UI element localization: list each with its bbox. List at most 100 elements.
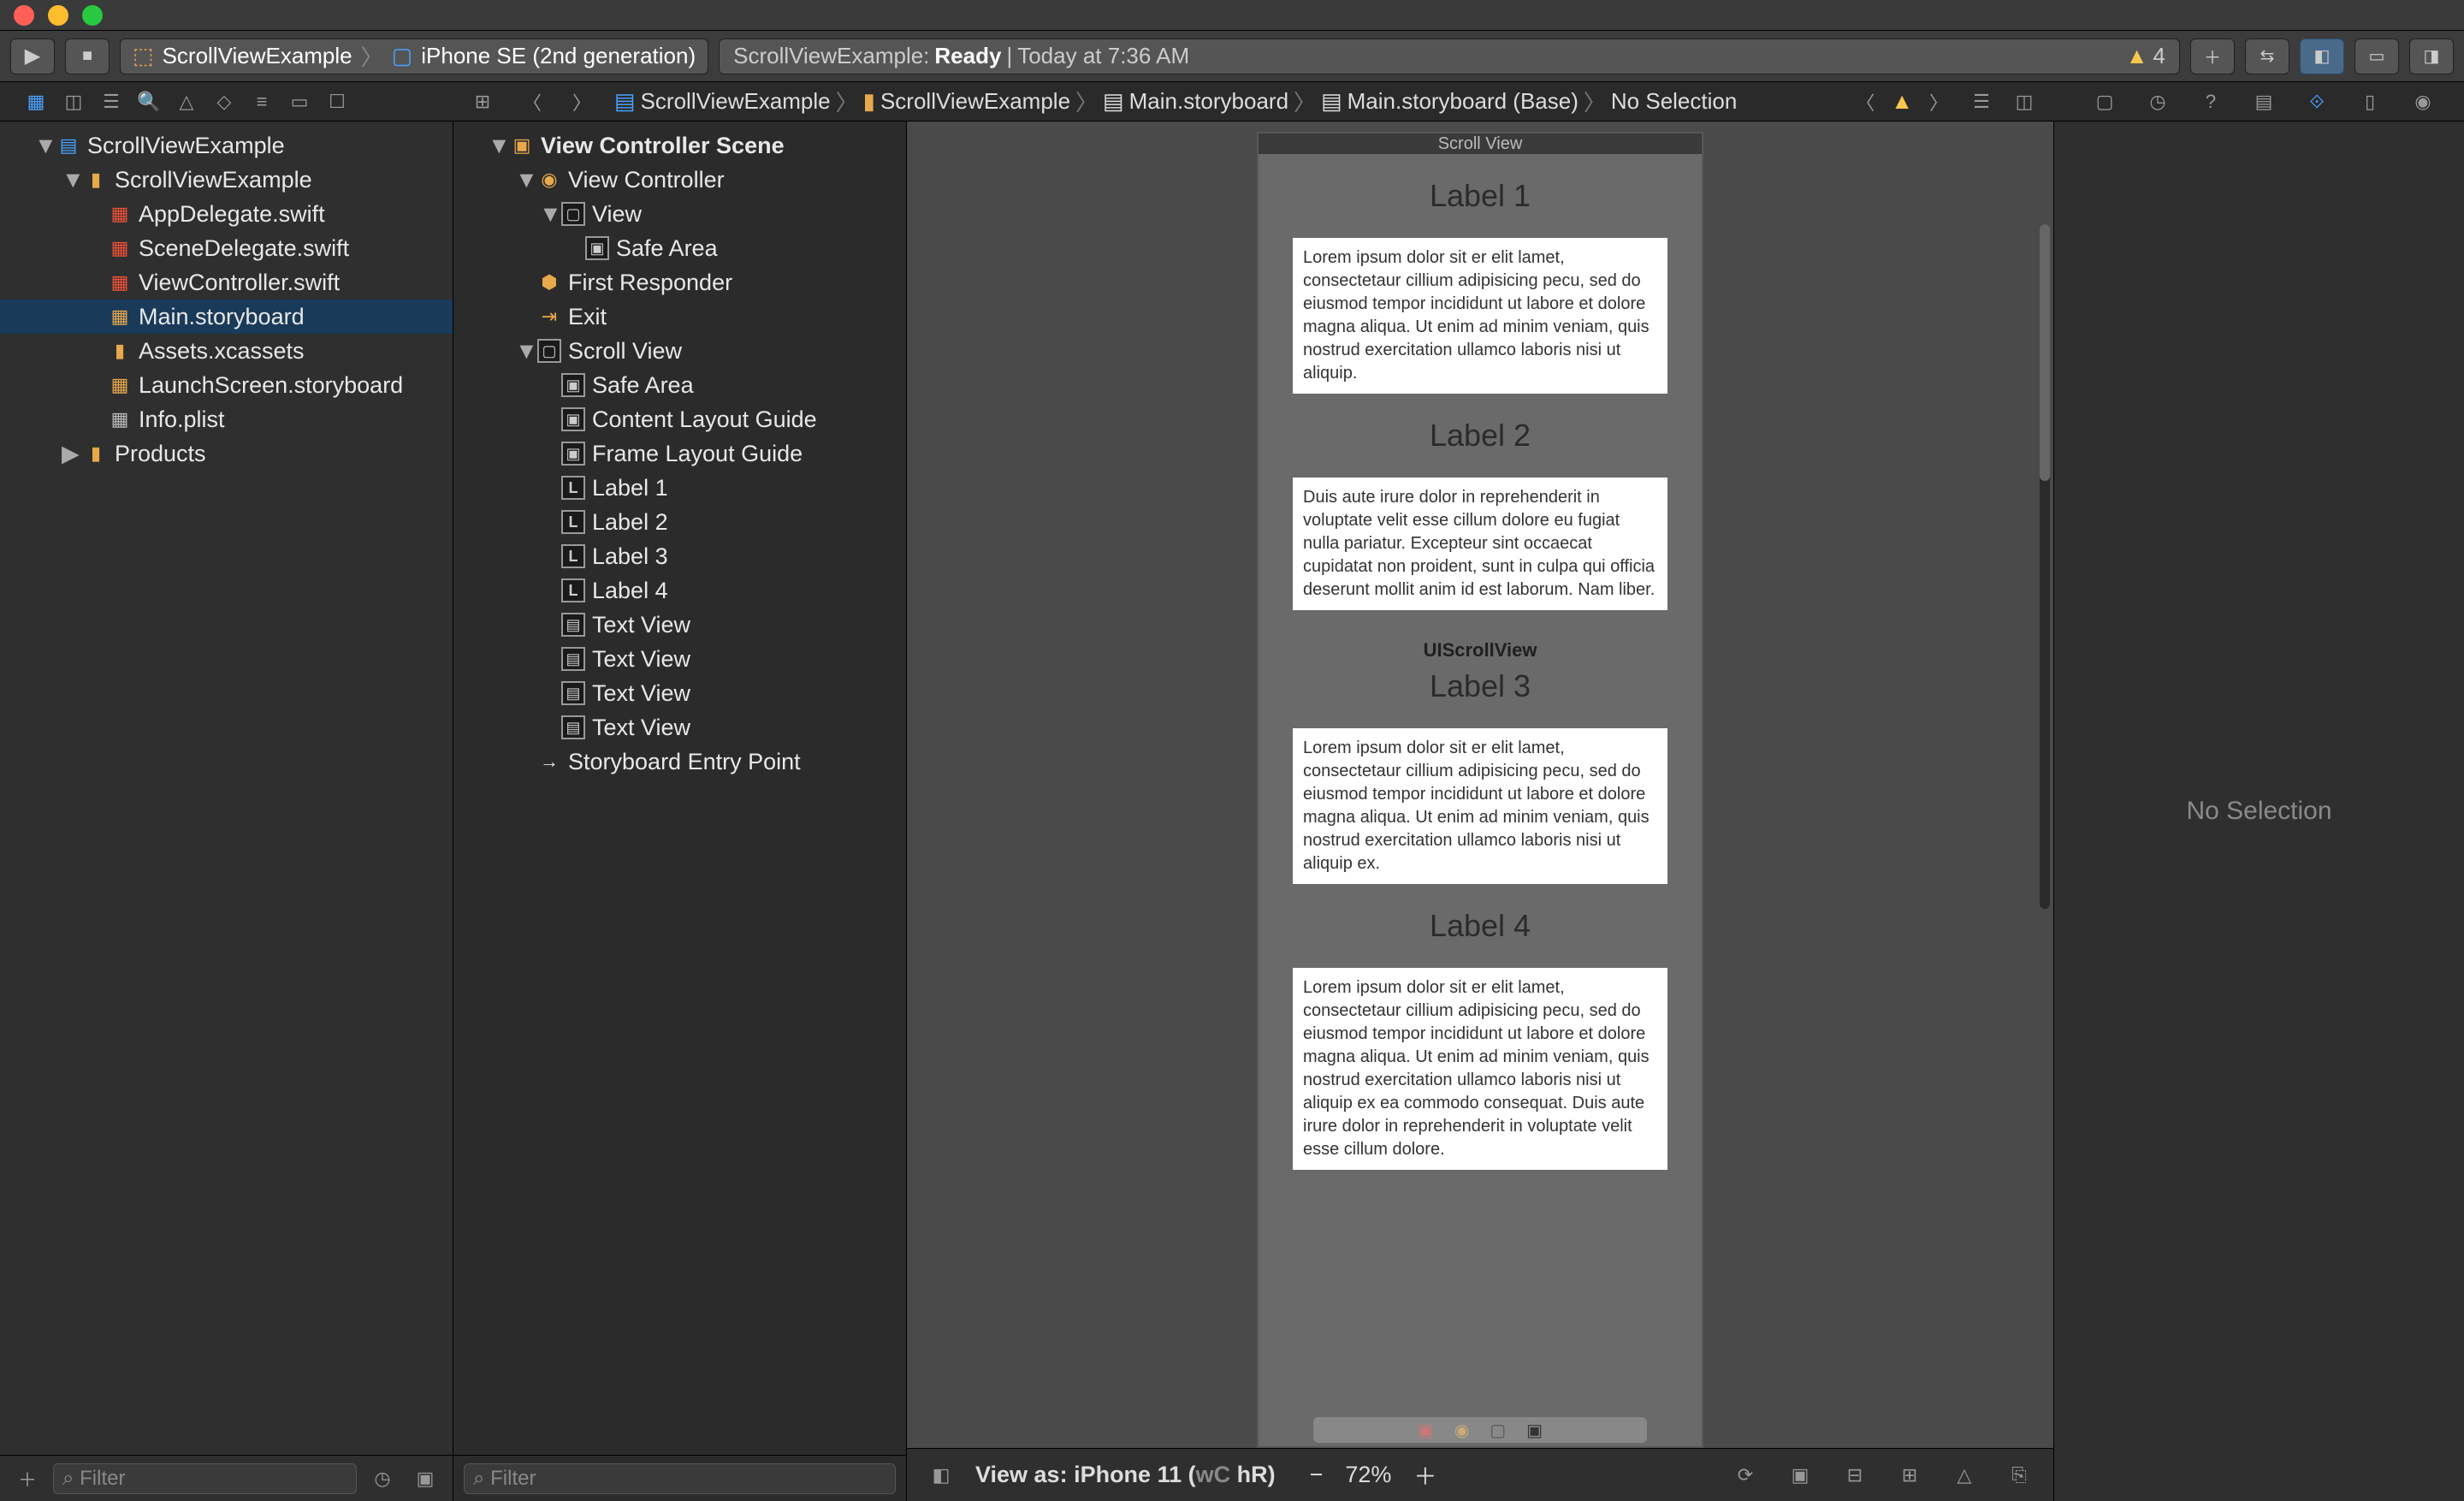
file-inspector-icon[interactable]: ▢: [2088, 86, 2122, 117]
scm-filter-icon[interactable]: ▣: [408, 1463, 442, 1494]
scheme-selector[interactable]: ⬚ ScrollViewExample 〉 ▢ iPhone SE (2nd g…: [120, 39, 708, 74]
size-inspector-icon[interactable]: ▯: [2353, 86, 2387, 117]
outline-safearea[interactable]: ▣Safe Area: [453, 231, 906, 265]
maximize-button[interactable]: [82, 5, 103, 26]
project-group[interactable]: ▼▮ScrollViewExample: [0, 163, 453, 197]
outline-label1[interactable]: LLabel 1: [453, 471, 906, 505]
breakpoint-navigator-icon[interactable]: ▭: [282, 86, 317, 117]
attributes-inspector-icon[interactable]: ⟐: [2300, 86, 2334, 117]
outline-label4[interactable]: LLabel 4: [453, 573, 906, 608]
swift-icon: ▦: [108, 270, 132, 294]
issues-prev-icon[interactable]: 〈: [1848, 86, 1882, 117]
embed-button[interactable]: ⎘: [2002, 1460, 2036, 1491]
file-launchscreen[interactable]: ▦LaunchScreen.storyboard: [0, 368, 453, 402]
recent-files-icon[interactable]: ◷: [365, 1463, 400, 1494]
minimize-button[interactable]: [48, 5, 68, 26]
symbol-navigator-icon[interactable]: ☰: [94, 86, 128, 117]
outline-textview3[interactable]: ▤Text View: [453, 676, 906, 710]
file-assets[interactable]: ▮Assets.xcassets: [0, 334, 453, 368]
issues-next-icon[interactable]: 〉: [1922, 86, 1956, 117]
resolve-issues-button[interactable]: △: [1947, 1460, 1981, 1491]
related-items-icon[interactable]: ⊞: [465, 86, 500, 117]
outline-scene[interactable]: ▼▣View Controller Scene: [453, 128, 906, 163]
project-navigator-icon[interactable]: ▦: [19, 86, 53, 117]
file-mainstoryboard[interactable]: ▦Main.storyboard: [0, 300, 453, 334]
canvas-text4[interactable]: Lorem ipsum dolor sit er elit lamet, con…: [1293, 968, 1667, 1170]
back-button[interactable]: 〈: [515, 86, 549, 117]
products-group[interactable]: ▶▮Products: [0, 436, 453, 471]
add-editor-icon[interactable]: ◫: [2007, 86, 2041, 117]
canvas-label2[interactable]: Label 2: [1293, 418, 1667, 454]
outline-scrollview[interactable]: ▼▢Scroll View: [453, 334, 906, 368]
canvas-text1[interactable]: Lorem ipsum dolor sit er elit lamet, con…: [1293, 238, 1667, 394]
target-icon: ⬚: [133, 43, 154, 69]
scrollbar-thumb[interactable]: [2040, 224, 2050, 481]
adjust-editor-options-icon[interactable]: ☰: [1964, 86, 1999, 117]
toggle-inspector-button[interactable]: ◨: [2409, 39, 2454, 74]
breadcrumb[interactable]: ▤ ScrollViewExample〉 ▮ ScrollViewExample…: [614, 86, 1737, 117]
find-navigator-icon[interactable]: 🔍: [132, 86, 166, 117]
project-root[interactable]: ▼▤ScrollViewExample: [0, 128, 453, 163]
outline-safearea2[interactable]: ▣Safe Area: [453, 368, 906, 402]
outline-label3[interactable]: LLabel 3: [453, 539, 906, 573]
connections-inspector-icon[interactable]: ◉: [2406, 86, 2440, 117]
history-inspector-icon[interactable]: ◷: [2141, 86, 2175, 117]
outline-filter-field[interactable]: ⌕ Filter: [464, 1463, 896, 1494]
help-inspector-icon[interactable]: ?: [2194, 86, 2228, 117]
ib-canvas[interactable]: Scroll View Label 1 Lorem ipsum dolor si…: [907, 122, 2053, 1448]
canvas-label4[interactable]: Label 4: [1293, 908, 1667, 944]
device-frame[interactable]: Scroll View Label 1 Lorem ipsum dolor si…: [1257, 132, 1703, 1448]
outline-view[interactable]: ▼▢View: [453, 197, 906, 231]
activity-viewer[interactable]: ScrollViewExample: Ready | Today at 7:36…: [719, 39, 2180, 74]
outline-textview1[interactable]: ▤Text View: [453, 608, 906, 642]
zoom-out-button[interactable]: −: [1310, 1462, 1324, 1488]
outline-textview2[interactable]: ▤Text View: [453, 642, 906, 676]
update-frames-button[interactable]: ⟳: [1728, 1460, 1762, 1491]
outline-vc[interactable]: ▼◉View Controller: [453, 163, 906, 197]
close-button[interactable]: [14, 5, 34, 26]
add-constraints-button[interactable]: ⊞: [1892, 1460, 1927, 1491]
add-file-icon[interactable]: ＋: [10, 1463, 44, 1494]
outline-firstresponder[interactable]: ⬢First Responder: [453, 265, 906, 300]
canvas-label3[interactable]: Label 3: [1293, 668, 1667, 704]
trait-variation-bar[interactable]: ▣ ◉ ▢ ▣: [1313, 1417, 1647, 1443]
code-review-button[interactable]: ⇆: [2245, 39, 2289, 74]
scheme-project: ScrollViewExample: [163, 43, 352, 69]
run-button[interactable]: ▶: [10, 39, 55, 74]
outline-exit[interactable]: ⇥Exit: [453, 300, 906, 334]
align-button[interactable]: ⊟: [1838, 1460, 1872, 1491]
source-control-navigator-icon[interactable]: ◫: [56, 86, 91, 117]
file-appdelegate[interactable]: ▦AppDelegate.swift: [0, 197, 453, 231]
toggle-navigator-button[interactable]: ◧: [2300, 39, 2344, 74]
library-button[interactable]: ＋: [2190, 39, 2235, 74]
canvas-scrollbar[interactable]: [2040, 224, 2050, 909]
zoom-in-button[interactable]: ＋: [1413, 1458, 1436, 1492]
navigator-filter-field[interactable]: ⌕ Filter: [53, 1463, 357, 1494]
outline-label2[interactable]: LLabel 2: [453, 505, 906, 539]
stop-button[interactable]: ■: [65, 39, 110, 74]
outline-frameguide[interactable]: ▣Frame Layout Guide: [453, 436, 906, 471]
report-navigator-icon[interactable]: ☐: [320, 86, 354, 117]
identity-inspector-icon[interactable]: ▤: [2247, 86, 2281, 117]
file-infoplist[interactable]: ▦Info.plist: [0, 402, 453, 436]
outline-entrypoint[interactable]: →Storyboard Entry Point: [453, 745, 906, 779]
zoom-level[interactable]: 72%: [1345, 1462, 1391, 1488]
safearea-icon: ▣: [585, 236, 609, 260]
debug-navigator-icon[interactable]: ≡: [245, 86, 279, 117]
file-viewcontroller[interactable]: ▦ViewController.swift: [0, 265, 453, 300]
canvas-text3[interactable]: Lorem ipsum dolor sit er elit lamet, con…: [1293, 728, 1667, 884]
status-time: Today at 7:36 AM: [1017, 43, 1189, 69]
canvas-text2[interactable]: Duis aute irure dolor in reprehenderit i…: [1293, 478, 1667, 610]
toggle-outline-button[interactable]: ◧: [924, 1460, 958, 1491]
embed-in-button[interactable]: ▣: [1783, 1460, 1817, 1491]
outline-contentguide[interactable]: ▣Content Layout Guide: [453, 402, 906, 436]
forward-button[interactable]: 〉: [565, 86, 599, 117]
issue-navigator-icon[interactable]: △: [169, 86, 204, 117]
toggle-debug-area-button[interactable]: ▭: [2354, 39, 2399, 74]
outline-textview4[interactable]: ▤Text View: [453, 710, 906, 745]
view-as-label[interactable]: View as: iPhone 11 (: [975, 1462, 1196, 1487]
file-scenedelegate[interactable]: ▦SceneDelegate.swift: [0, 231, 453, 265]
canvas-label1[interactable]: Label 1: [1293, 178, 1667, 214]
device-scene-title: Scroll View: [1259, 133, 1702, 154]
test-navigator-icon[interactable]: ◇: [207, 86, 241, 117]
